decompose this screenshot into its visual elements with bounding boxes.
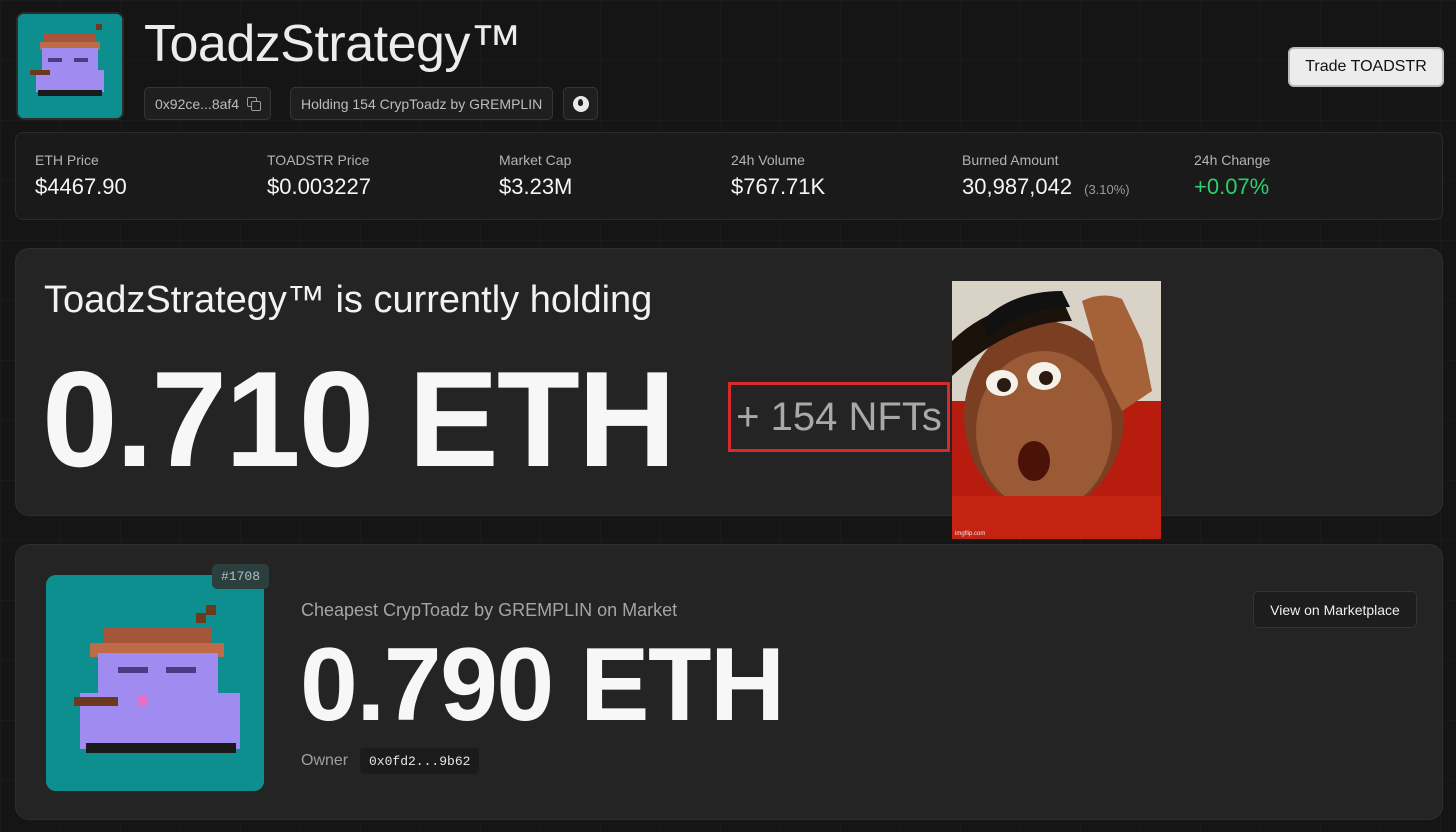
- trade-button[interactable]: Trade TOADSTR: [1288, 47, 1444, 87]
- holding-eth-amount: 0.710 ETH: [42, 343, 676, 495]
- stat-eth-price: ETH Price $4467.90: [35, 152, 127, 200]
- holding-text: Holding 154 CrypToadz by GREMPLIN: [301, 95, 543, 112]
- cheapest-card: #1708 Cheapest CrypToadz by GREMPLIN on …: [15, 544, 1443, 820]
- stat-label: Market Cap: [499, 152, 572, 168]
- holding-card: ToadzStrategy™ is currently holding 0.71…: [15, 248, 1443, 516]
- stats-bar: ETH Price $4467.90 TOADSTR Price $0.0032…: [15, 132, 1443, 220]
- holding-nft-count: + 154 NFTs: [728, 382, 950, 452]
- stat-value: $4467.90: [35, 174, 127, 199]
- holding-title: ToadzStrategy™ is currently holding: [44, 279, 653, 321]
- stat-burned: Burned Amount 30,987,042 (3.10%): [962, 152, 1130, 200]
- cheapest-label: Cheapest CrypToadz by GREMPLIN on Market: [301, 600, 678, 620]
- stat-toadstr-price: TOADSTR Price $0.003227: [267, 152, 371, 200]
- contract-address-chip[interactable]: 0x92ce...8af4: [144, 87, 272, 120]
- burned-percent: (3.10%): [1084, 182, 1130, 197]
- opensea-link[interactable]: [563, 87, 598, 120]
- stat-label: ETH Price: [35, 152, 99, 168]
- owner-address[interactable]: 0x0fd2...9b62: [360, 748, 480, 774]
- stat-label: 24h Change: [1194, 152, 1271, 168]
- cheapest-price: 0.790 ETH: [300, 627, 785, 743]
- stat-label: Burned Amount: [962, 152, 1059, 168]
- stat-volume: 24h Volume $767.71K: [731, 152, 825, 200]
- page-title: ToadzStrategy™: [144, 15, 522, 73]
- meme-illustration: [952, 281, 1161, 539]
- surprised-kid-meme-image: imgflip.com: [952, 281, 1161, 539]
- project-logo: [16, 12, 124, 120]
- stat-value: $767.71K: [731, 174, 826, 199]
- stat-value: +0.07%: [1194, 174, 1270, 199]
- burned-amount: 30,987,042: [962, 174, 1073, 199]
- stat-label: 24h Volume: [731, 152, 805, 168]
- meme-caption: imgflip.com: [955, 531, 986, 537]
- stat-label: TOADSTR Price: [267, 152, 370, 168]
- stat-value: $3.23M: [499, 174, 573, 199]
- copy-icon[interactable]: [247, 97, 262, 111]
- toad-nft-icon: [46, 575, 264, 791]
- token-id-badge: #1708: [212, 564, 270, 589]
- nft-image[interactable]: [46, 575, 264, 791]
- stat-value: 30,987,042 (3.10%): [962, 174, 1130, 200]
- stat-market-cap: Market Cap $3.23M: [499, 152, 572, 200]
- stat-value: $0.003227: [267, 174, 371, 199]
- toad-logo-icon: [18, 14, 122, 118]
- holding-chip[interactable]: Holding 154 CrypToadz by GREMPLIN: [290, 87, 554, 120]
- opensea-icon: [572, 95, 589, 112]
- stat-24h-change: 24h Change +0.07%: [1194, 152, 1270, 200]
- contract-address: 0x92ce...8af4: [155, 95, 240, 112]
- view-marketplace-button[interactable]: View on Marketplace: [1253, 591, 1417, 628]
- owner-label: Owner: [301, 752, 349, 769]
